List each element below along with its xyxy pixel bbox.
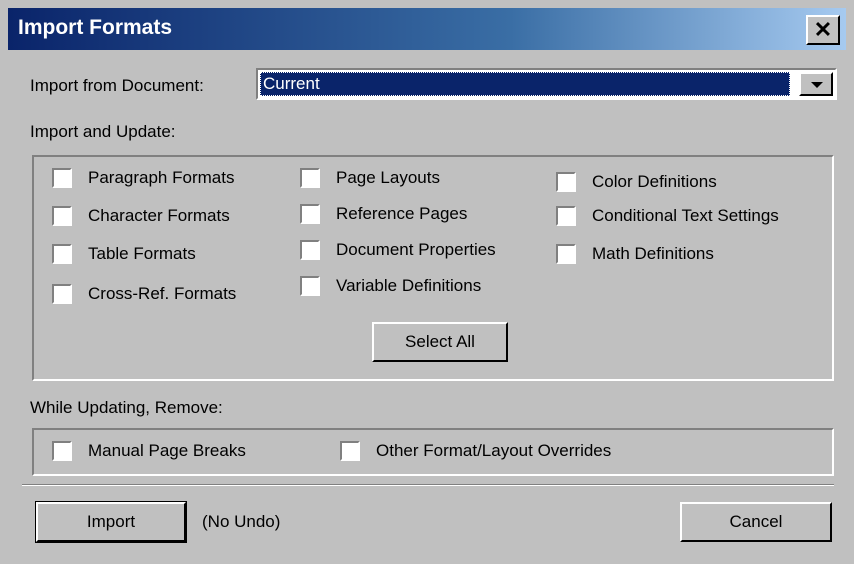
- checkbox-box[interactable]: [300, 168, 320, 188]
- checkbox-label: Color Definitions: [592, 172, 717, 191]
- checkbox-label: Paragraph Formats: [88, 168, 235, 187]
- import-from-select[interactable]: Current: [256, 68, 837, 100]
- color-definitions-checkbox[interactable]: Color Definitions: [556, 172, 717, 192]
- checkbox-box[interactable]: [556, 172, 576, 192]
- document-properties-checkbox[interactable]: Document Properties: [300, 240, 496, 260]
- checkbox-box[interactable]: [300, 204, 320, 224]
- select-all-button[interactable]: Select All: [372, 322, 508, 362]
- separator: [22, 484, 834, 486]
- checkbox-label: Cross-Ref. Formats: [88, 284, 237, 303]
- checkbox-box[interactable]: [340, 441, 360, 461]
- checkbox-label: Variable Definitions: [336, 276, 482, 295]
- checkbox-label: Document Properties: [336, 240, 496, 259]
- import-from-label: Import from Document:: [30, 76, 204, 95]
- cancel-label: Cancel: [729, 512, 783, 531]
- checkbox-box[interactable]: [52, 244, 72, 264]
- checkbox-label: Math Definitions: [592, 244, 714, 263]
- import-update-label: Import and Update:: [30, 122, 176, 141]
- conditional-text-settings-checkbox[interactable]: Conditional Text Settings: [556, 206, 779, 226]
- checkbox-label: Manual Page Breaks: [88, 441, 246, 460]
- checkbox-box[interactable]: [556, 244, 576, 264]
- import-button[interactable]: Import: [35, 501, 187, 543]
- checkbox-label: Other Format/Layout Overrides: [376, 441, 612, 460]
- checkbox-label: Table Formats: [88, 244, 196, 263]
- checkbox-box[interactable]: [300, 240, 320, 260]
- reference-pages-checkbox[interactable]: Reference Pages: [300, 204, 467, 224]
- variable-definitions-checkbox[interactable]: Variable Definitions: [300, 276, 481, 296]
- no-undo-label: (No Undo): [202, 512, 281, 531]
- checkbox-label: Reference Pages: [336, 204, 468, 223]
- chevron-down-icon[interactable]: [799, 72, 833, 96]
- checkbox-box[interactable]: [52, 441, 72, 461]
- checkbox-label: Character Formats: [88, 206, 230, 225]
- cancel-button[interactable]: Cancel: [680, 502, 832, 542]
- select-all-label: Select All: [405, 332, 475, 351]
- other-overrides-checkbox[interactable]: Other Format/Layout Overrides: [340, 441, 611, 461]
- checkbox-box[interactable]: [52, 168, 72, 188]
- window-title: Import Formats: [18, 16, 173, 39]
- paragraph-formats-checkbox[interactable]: Paragraph Formats: [52, 168, 234, 188]
- import-label: Import: [86, 512, 136, 531]
- checkbox-label: Page Layouts: [336, 168, 440, 187]
- manual-page-breaks-checkbox[interactable]: Manual Page Breaks: [52, 441, 246, 461]
- cross-ref-formats-checkbox[interactable]: Cross-Ref. Formats: [52, 284, 236, 304]
- close-icon: ✕: [813, 17, 833, 42]
- checkbox-box[interactable]: [300, 276, 320, 296]
- table-formats-checkbox[interactable]: Table Formats: [52, 244, 196, 264]
- import-from-value: Current: [260, 72, 790, 96]
- checkbox-box[interactable]: [556, 206, 576, 226]
- while-updating-label: While Updating, Remove:: [30, 398, 223, 417]
- page-layouts-checkbox[interactable]: Page Layouts: [300, 168, 440, 188]
- character-formats-checkbox[interactable]: Character Formats: [52, 206, 230, 226]
- checkbox-box[interactable]: [52, 206, 72, 226]
- checkbox-box[interactable]: [52, 284, 72, 304]
- math-definitions-checkbox[interactable]: Math Definitions: [556, 244, 714, 264]
- checkbox-label: Conditional Text Settings: [592, 206, 779, 225]
- close-button[interactable]: ✕: [806, 15, 840, 45]
